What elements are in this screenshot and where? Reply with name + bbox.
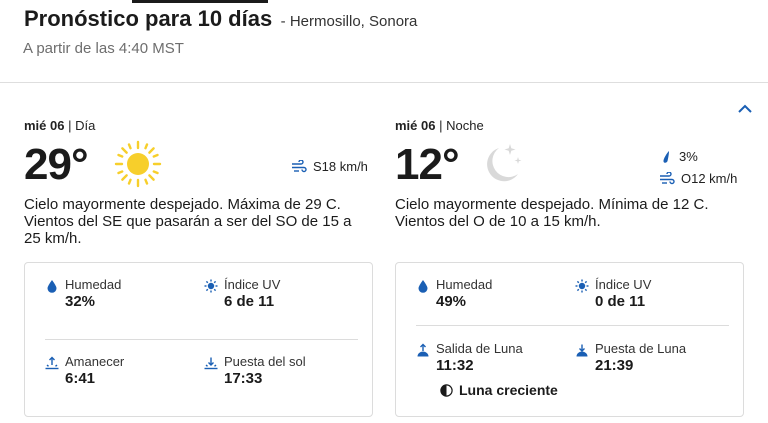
humidity-label: Humedad bbox=[436, 277, 493, 292]
moonset-label: Puesta de Luna bbox=[595, 341, 687, 356]
moon-stars-icon bbox=[487, 144, 522, 182]
moon-phase-label: Luna creciente bbox=[459, 382, 558, 398]
uv-icon bbox=[204, 279, 218, 293]
day-wind-value: S18 km/h bbox=[313, 159, 368, 174]
humidity-icon bbox=[47, 280, 57, 293]
sun-icon bbox=[114, 140, 162, 188]
night-description: Cielo mayormente despejado. Mínima de 12… bbox=[395, 196, 709, 230]
wind-icon bbox=[292, 159, 307, 172]
chevron-up-icon[interactable] bbox=[736, 102, 754, 116]
raindrop-icon bbox=[663, 150, 669, 163]
night-precip-value: 3% bbox=[679, 149, 698, 164]
title-row: Pronóstico para 10 días - Hermosillo, So… bbox=[24, 6, 417, 32]
day-details-card: Humedad 32% Índice UV 6 de 11 Amanecer 6… bbox=[24, 262, 373, 417]
day-period-heading: mié 06 | Día bbox=[24, 118, 374, 133]
humidity-value: 32% bbox=[65, 293, 96, 310]
sunrise-value: 6:41 bbox=[65, 370, 96, 387]
wind-icon bbox=[660, 171, 675, 184]
night-wind: O12 km/h bbox=[659, 171, 737, 186]
header: Pronóstico para 10 días - Hermosillo, So… bbox=[0, 0, 768, 83]
moon-phase-icon bbox=[440, 383, 453, 397]
day-date: mié 06 bbox=[24, 118, 65, 133]
moonrise-icon bbox=[417, 343, 429, 357]
night-period-label: | Noche bbox=[439, 118, 484, 133]
uv-value: 0 de 11 bbox=[595, 293, 646, 310]
sunrise-label: Amanecer bbox=[65, 354, 125, 369]
day-panel: mié 06 | Día 29° S18 km/h Cielo mayormen… bbox=[24, 118, 374, 417]
active-tab-indicator bbox=[132, 0, 268, 3]
night-panel: mié 06 | Noche 12° 3% O12 km/h Cielo may… bbox=[395, 118, 745, 417]
uv-value: 6 de 11 bbox=[224, 293, 275, 310]
moonset-icon bbox=[576, 344, 588, 357]
night-precip: 3% bbox=[661, 149, 698, 164]
night-period-heading: mié 06 | Noche bbox=[395, 118, 745, 133]
moonrise-label: Salida de Luna bbox=[436, 341, 523, 356]
uv-label: Índice UV bbox=[595, 277, 652, 292]
humidity-value: 49% bbox=[436, 293, 467, 310]
card-divider bbox=[45, 339, 358, 340]
card-divider bbox=[416, 325, 729, 326]
sunset-value: 17:33 bbox=[224, 370, 263, 387]
moonset-value: 21:39 bbox=[595, 357, 634, 374]
night-wind-value: O12 km/h bbox=[681, 171, 738, 186]
night-temperature: 12° bbox=[395, 140, 460, 189]
moonrise-value: 11:32 bbox=[436, 357, 474, 374]
day-temperature: 29° bbox=[24, 140, 89, 189]
updated-time: A partir de las 4:40 MST bbox=[23, 40, 184, 57]
moon-phase: Luna creciente bbox=[440, 382, 558, 398]
uv-label: Índice UV bbox=[224, 277, 281, 292]
sunset-label: Puesta del sol bbox=[224, 354, 306, 369]
humidity-label: Humedad bbox=[65, 277, 122, 292]
uv-icon bbox=[575, 279, 589, 293]
night-details-card: Humedad 49% Índice UV 0 de 11 Salida de … bbox=[395, 262, 744, 417]
page-title: Pronóstico para 10 días bbox=[24, 6, 273, 31]
day-period-label: | Día bbox=[68, 118, 96, 133]
humidity-icon bbox=[418, 280, 428, 293]
sunset-icon bbox=[204, 357, 218, 370]
night-date: mié 06 bbox=[395, 118, 436, 133]
location-label: - Hermosillo, Sonora bbox=[280, 13, 418, 30]
sunrise-icon bbox=[45, 356, 59, 370]
day-description: Cielo mayormente despejado. Máxima de 29… bbox=[24, 196, 352, 247]
day-wind: S18 km/h bbox=[291, 159, 368, 174]
